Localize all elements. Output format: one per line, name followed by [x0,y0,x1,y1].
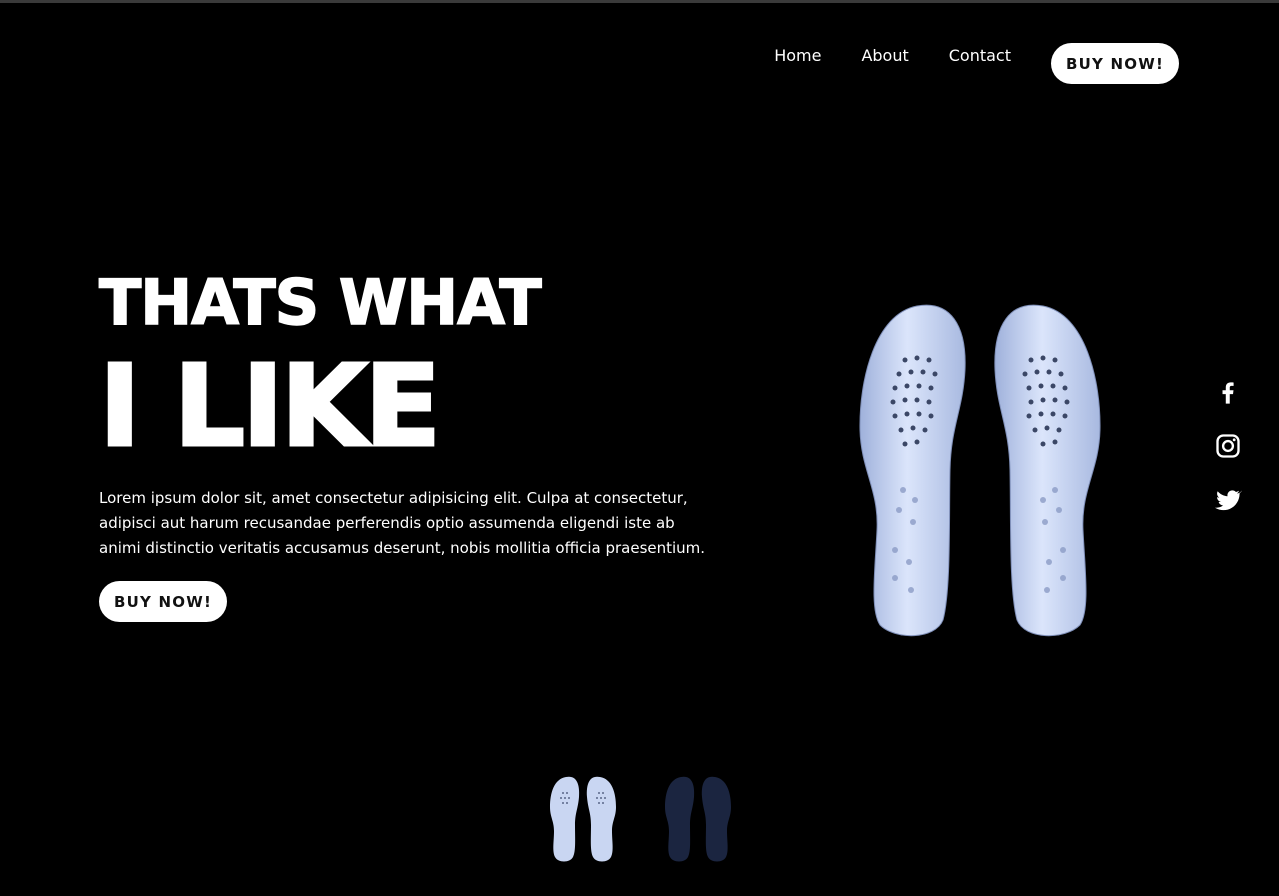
product-thumbnails [548,775,778,863]
hero-title-line-2: I LIKE [98,342,443,472]
instagram-icon[interactable] [1214,432,1242,460]
nav-buy-now-button[interactable]: BUY NOW! [1051,43,1179,84]
nav-link-contact[interactable]: Contact [949,44,1011,68]
hero-title-line-1: THATS WHAT [98,266,542,339]
facebook-icon[interactable] [1214,378,1242,406]
thumbnail-white-insoles[interactable] [548,775,618,863]
hero-buy-now-button[interactable]: BUY NOW! [99,581,227,622]
hero-section: THATS WHAT I LIKE Lorem ipsum dolor sit,… [98,266,719,622]
product-image-insoles [855,300,1105,645]
main-nav: Home About Contact BUY NOW! [774,43,1179,84]
hero-description: Lorem ipsum dolor sit, amet consectetur … [99,489,706,557]
window-top-strip [0,0,1279,3]
thumbnail-navy-insoles[interactable] [663,775,733,863]
nav-link-about[interactable]: About [861,44,908,68]
social-links [1214,378,1243,540]
nav-link-home[interactable]: Home [774,44,821,68]
twitter-icon[interactable] [1214,486,1243,514]
